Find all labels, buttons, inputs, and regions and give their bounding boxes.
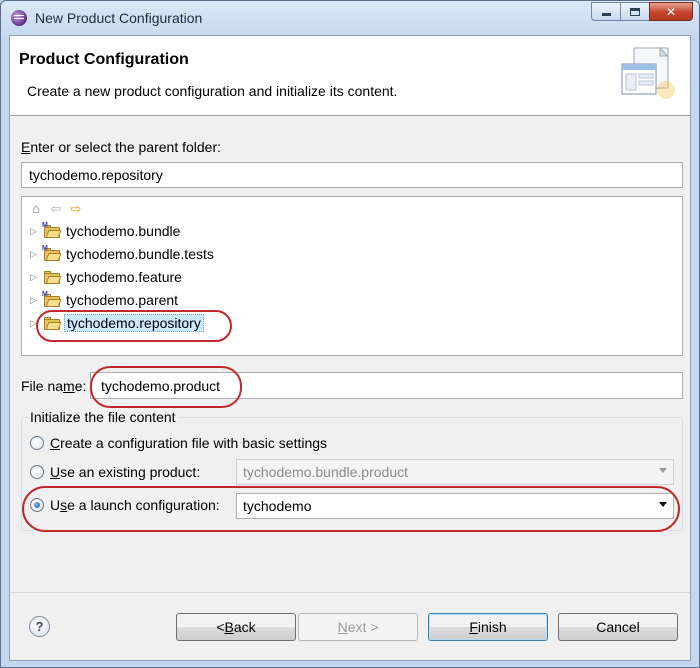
window-controls: ✕ [591, 2, 693, 21]
tree-item-label: tychodemo.parent [66, 292, 179, 308]
project-folder-icon: M [42, 222, 62, 238]
home-icon[interactable]: ⌂ [28, 201, 44, 217]
forward-arrow-icon[interactable]: ⇨ [68, 201, 84, 217]
wizard-header: Product Configuration Create a new produ… [10, 36, 690, 116]
cancel-button[interactable]: Cancel [558, 613, 678, 641]
window-title: New Product Configuration [35, 10, 203, 26]
existing-product-value: tychodemo.bundle.product [243, 464, 408, 480]
page-title: Product Configuration [19, 51, 189, 68]
expand-icon[interactable]: ▷ [30, 226, 40, 237]
close-icon: ✕ [665, 4, 677, 19]
parent-folder-input[interactable]: tychodemo.repository [21, 162, 683, 188]
back-button[interactable]: < Back [176, 613, 296, 641]
existing-product-label: Use an existing product: [50, 464, 201, 480]
product-configuration-icon [621, 46, 675, 99]
title-bar[interactable]: New Product Configuration ✕ [1, 1, 699, 35]
file-name-label: File name: [21, 378, 87, 394]
project-folder-icon: M [42, 245, 62, 261]
finish-button[interactable]: Finish [428, 613, 548, 641]
eclipse-icon [11, 10, 27, 26]
basic-settings-radio[interactable]: Create a configuration file with basic s… [30, 435, 327, 451]
maximize-icon [630, 7, 640, 16]
help-icon[interactable]: ? [29, 616, 50, 637]
next-button[interactable]: Next > [298, 613, 418, 641]
group-title: Initialize the file content [28, 409, 178, 425]
project-folder-icon [44, 270, 62, 284]
tree-item[interactable]: ▷ tychodemo.feature [30, 267, 184, 287]
expand-icon[interactable]: ▷ [30, 295, 40, 306]
tree-item-label: tychodemo.bundle [66, 223, 181, 239]
radio-button[interactable] [30, 465, 44, 479]
tree-item[interactable]: ▷ M tychodemo.bundle [30, 221, 182, 241]
project-folder-icon: M [42, 291, 62, 307]
dialog-window: New Product Configuration ✕ Product Conf… [0, 0, 700, 668]
tree-item[interactable]: ▷ M tychodemo.parent [30, 290, 180, 310]
back-arrow-icon[interactable]: ⇦ [48, 201, 64, 217]
basic-settings-label: Create a configuration file with basic s… [50, 435, 328, 451]
radio-button[interactable] [30, 436, 44, 450]
annotation-ellipse [90, 366, 242, 408]
minimize-icon [601, 13, 611, 16]
maximize-button[interactable] [620, 2, 650, 21]
annotation-ellipse [22, 486, 680, 532]
annotation-ellipse [36, 310, 232, 342]
existing-product-radio[interactable]: Use an existing product: [30, 464, 200, 480]
dialog-client-area: Product Configuration Create a new produ… [9, 35, 691, 661]
expand-icon[interactable]: ▷ [30, 272, 40, 283]
page-description: Create a new product configuration and i… [27, 83, 398, 99]
close-button[interactable]: ✕ [649, 2, 693, 21]
footer-separator [10, 592, 690, 593]
existing-product-combo: tychodemo.bundle.product [236, 459, 674, 485]
tree-item[interactable]: ▷ M tychodemo.bundle.tests [30, 244, 216, 264]
minimize-button[interactable] [591, 2, 621, 21]
tree-toolbar: ⌂ ⇦ ⇨ [28, 201, 84, 217]
tree-item-label: tychodemo.feature [66, 269, 182, 285]
parent-folder-label: Enter or select the parent folder: [21, 139, 222, 155]
expand-icon[interactable]: ▷ [30, 249, 40, 260]
tree-item-label: tychodemo.bundle.tests [66, 246, 214, 262]
dropdown-arrow-icon [659, 468, 667, 473]
